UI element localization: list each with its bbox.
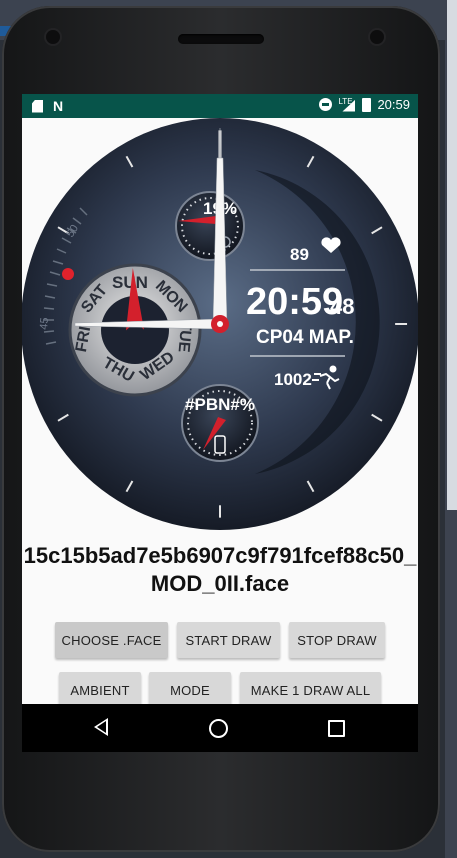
- sd-card-icon: [32, 99, 43, 113]
- make-draw-all-button[interactable]: MAKE 1 DRAW ALL: [240, 672, 381, 708]
- face-label: CP04 MAP.: [256, 327, 354, 348]
- step-count: 1002: [274, 370, 312, 389]
- desktop-window-edge: [447, 0, 457, 510]
- bezel-indicator: [62, 268, 74, 280]
- choose-face-button[interactable]: CHOOSE .FACE: [55, 622, 168, 658]
- sensor: [370, 30, 384, 44]
- back-icon[interactable]: [94, 718, 108, 736]
- bottom-dial-label: #PBN#%: [185, 395, 255, 414]
- digital-time: 20:59: [246, 281, 343, 323]
- watch-face: 50 45 19% SUN MON TUE WED THU FRI SAT 89: [22, 118, 418, 530]
- bottom-subdial: #PBN#%: [181, 384, 259, 462]
- bezel-label-45: 45: [38, 317, 51, 330]
- earpiece: [178, 34, 264, 44]
- battery-icon: [362, 97, 372, 112]
- front-camera: [46, 30, 60, 44]
- status-bar: N LTE 20:59: [22, 94, 418, 118]
- start-draw-button[interactable]: START DRAW: [177, 622, 280, 658]
- ambient-button[interactable]: AMBIENT: [59, 672, 141, 708]
- status-clock: 20:59: [377, 97, 410, 112]
- stop-draw-button[interactable]: STOP DRAW: [289, 622, 385, 658]
- recents-icon[interactable]: [328, 720, 345, 737]
- digital-seconds: 48: [330, 294, 354, 319]
- desktop-edge: [445, 0, 457, 858]
- mode-button[interactable]: MODE: [149, 672, 231, 708]
- face-file-name: 15c15b5ad7e5b6907c9f791fcef88c50_MOD_0II…: [23, 543, 417, 596]
- navigation-bar: [22, 704, 418, 752]
- device-screen: N LTE 20:59 50 45 SUN MON TUE WED THU FR…: [22, 94, 418, 752]
- top-subdial: 19%: [175, 191, 245, 261]
- signal-icon: LTE: [338, 97, 356, 112]
- home-icon[interactable]: [209, 719, 228, 738]
- n-notification-icon: N: [53, 98, 64, 114]
- do-not-disturb-icon: [319, 98, 333, 111]
- day-sun: SUN: [112, 273, 148, 292]
- day-of-week-dial: SUN MON TUE WED THU FRI SAT: [68, 263, 202, 397]
- heart-rate: 89: [290, 245, 309, 264]
